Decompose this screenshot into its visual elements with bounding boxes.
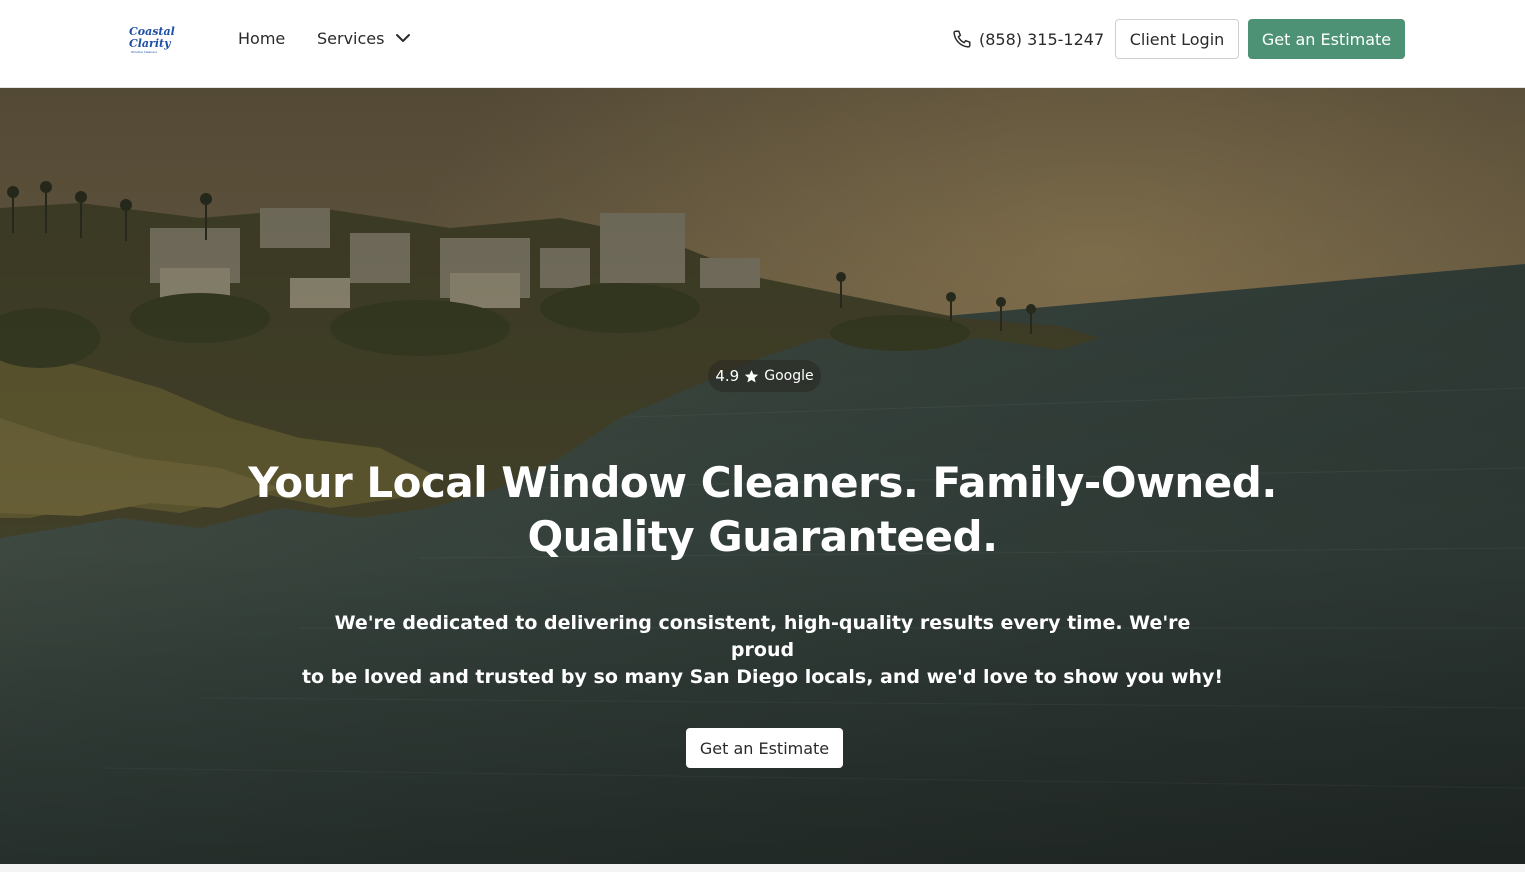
hero-subtext-line2: to be loved and trusted by so many San D…: [301, 666, 1224, 688]
hero-headline-line1: Your Local Window Cleaners. Family-Owned…: [248, 458, 1277, 507]
phone-icon: [953, 30, 971, 48]
phone-link[interactable]: (858) 315-1247: [951, 28, 1104, 50]
hero-section: 4.9 Google Your Local Window Cleaners. F…: [0, 88, 1525, 864]
hero-headline-line2: Quality Guaranteed.: [527, 512, 998, 561]
rating-source: Google: [764, 368, 814, 384]
svg-text:Clarity: Clarity: [129, 37, 172, 50]
site-header: Coastal Clarity Window Cleaners Home Ser…: [0, 0, 1525, 88]
chevron-down-icon: [396, 33, 411, 42]
client-login-button[interactable]: Client Login: [1115, 19, 1239, 59]
google-rating-badge[interactable]: 4.9 Google: [708, 360, 821, 392]
hero-headline: Your Local Window Cleaners. Family-Owned…: [200, 456, 1325, 564]
brand-logo[interactable]: Coastal Clarity Window Cleaners: [127, 24, 175, 56]
star-icon: [745, 369, 759, 382]
nav-services-label: Services: [317, 29, 385, 48]
get-estimate-button[interactable]: Get an Estimate: [1248, 19, 1405, 59]
nav-home-link[interactable]: Home: [238, 29, 285, 48]
phone-number: (858) 315-1247: [979, 29, 1105, 49]
hero-get-estimate-button[interactable]: Get an Estimate: [686, 728, 843, 768]
rating-score: 4.9: [715, 367, 740, 385]
svg-text:Window Cleaners: Window Cleaners: [131, 50, 157, 54]
hero-subtext: We're dedicated to delivering consistent…: [300, 610, 1225, 691]
hero-subtext-line1: We're dedicated to delivering consistent…: [334, 612, 1191, 661]
nav-services-dropdown[interactable]: Services: [317, 29, 412, 48]
